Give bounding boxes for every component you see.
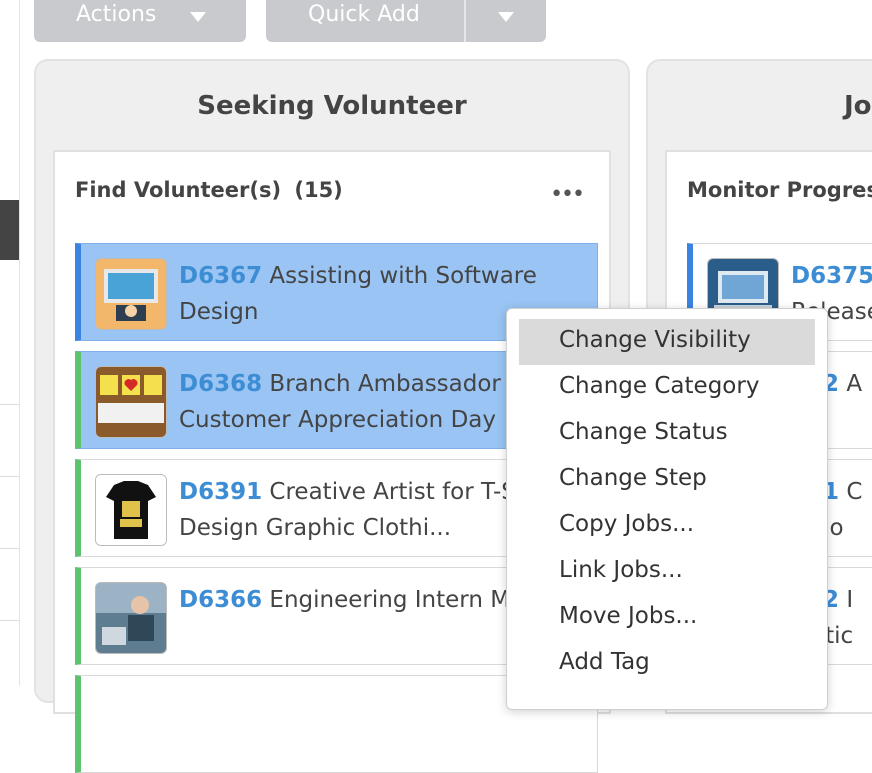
quick-add-dropdown-icon[interactable] bbox=[498, 12, 514, 22]
job-title: Creative Artist for T-Sh bbox=[269, 479, 531, 505]
actions-button[interactable]: Actions bbox=[34, 0, 246, 42]
menu-item-link-jobs[interactable]: Link Jobs... bbox=[519, 549, 815, 595]
job-thumbnail bbox=[95, 474, 167, 546]
menu-item-copy-jobs[interactable]: Copy Jobs... bbox=[519, 503, 815, 549]
job-title: I bbox=[846, 587, 854, 613]
chevron-down-icon bbox=[190, 12, 206, 22]
job-thumbnail bbox=[95, 366, 167, 438]
job-title: Engineering Intern Me bbox=[269, 587, 525, 613]
column-title: Seeking Volunteer bbox=[197, 91, 467, 121]
menu-item-label: Move Jobs... bbox=[559, 603, 698, 629]
menu-item-label: Change Category bbox=[559, 373, 760, 399]
divider bbox=[0, 476, 19, 477]
menu-item-label: Link Jobs... bbox=[559, 557, 683, 583]
quick-add-button[interactable]: Quick Add bbox=[266, 0, 546, 42]
column-title: Jol bbox=[844, 91, 872, 121]
more-options-icon[interactable]: ••• bbox=[550, 182, 585, 207]
menu-item-change-status[interactable]: Change Status bbox=[519, 411, 815, 457]
job-title: A bbox=[846, 371, 863, 397]
job-thumbnail bbox=[95, 258, 167, 330]
menu-item-move-jobs[interactable]: Move Jobs... bbox=[519, 595, 815, 641]
job-title: Assisting with Software bbox=[269, 263, 537, 289]
divider bbox=[0, 548, 19, 549]
left-sidebar-strip bbox=[0, 0, 20, 686]
menu-item-label: Change Status bbox=[559, 419, 728, 445]
context-menu: Change Visibility Change Category Change… bbox=[506, 308, 828, 710]
panel-title: Find Volunteer(s) (15) bbox=[75, 178, 343, 202]
job-id-link[interactable]: D6367 bbox=[179, 263, 262, 289]
job-id-link[interactable]: D6366 bbox=[179, 587, 262, 613]
job-id-link[interactable]: D6375 bbox=[791, 263, 872, 289]
menu-item-label: Change Visibility bbox=[559, 327, 751, 353]
panel-title: Monitor Progres bbox=[687, 178, 872, 202]
job-id-link[interactable]: D6368 bbox=[179, 371, 262, 397]
divider bbox=[0, 620, 19, 621]
job-title-cont: Design Graphic Clothi... bbox=[179, 515, 452, 541]
menu-item-add-tag[interactable]: Add Tag bbox=[519, 641, 815, 687]
menu-item-change-visibility[interactable]: Change Visibility bbox=[519, 319, 815, 365]
job-thumbnail bbox=[95, 582, 167, 654]
panel-count: (15) bbox=[294, 178, 343, 202]
quick-add-label: Quick Add bbox=[308, 2, 420, 27]
panel-title-text: Find Volunteer(s) bbox=[75, 178, 282, 202]
job-title: C bbox=[846, 479, 863, 505]
divider bbox=[0, 404, 19, 405]
menu-item-label: Copy Jobs... bbox=[559, 511, 695, 537]
job-title-cont: Design bbox=[179, 299, 259, 325]
menu-item-label: Change Step bbox=[559, 465, 707, 491]
split-button-divider bbox=[464, 0, 466, 42]
menu-item-change-step[interactable]: Change Step bbox=[519, 457, 815, 503]
menu-item-label: Add Tag bbox=[559, 649, 650, 675]
menu-item-change-category[interactable]: Change Category bbox=[519, 365, 815, 411]
job-id-link[interactable]: D6391 bbox=[179, 479, 262, 505]
job-title: Branch Ambassador fo bbox=[269, 371, 531, 397]
sidebar-active-marker bbox=[0, 200, 19, 260]
actions-label: Actions bbox=[76, 2, 157, 27]
job-title-cont: Customer Appreciation Day bbox=[179, 407, 496, 433]
